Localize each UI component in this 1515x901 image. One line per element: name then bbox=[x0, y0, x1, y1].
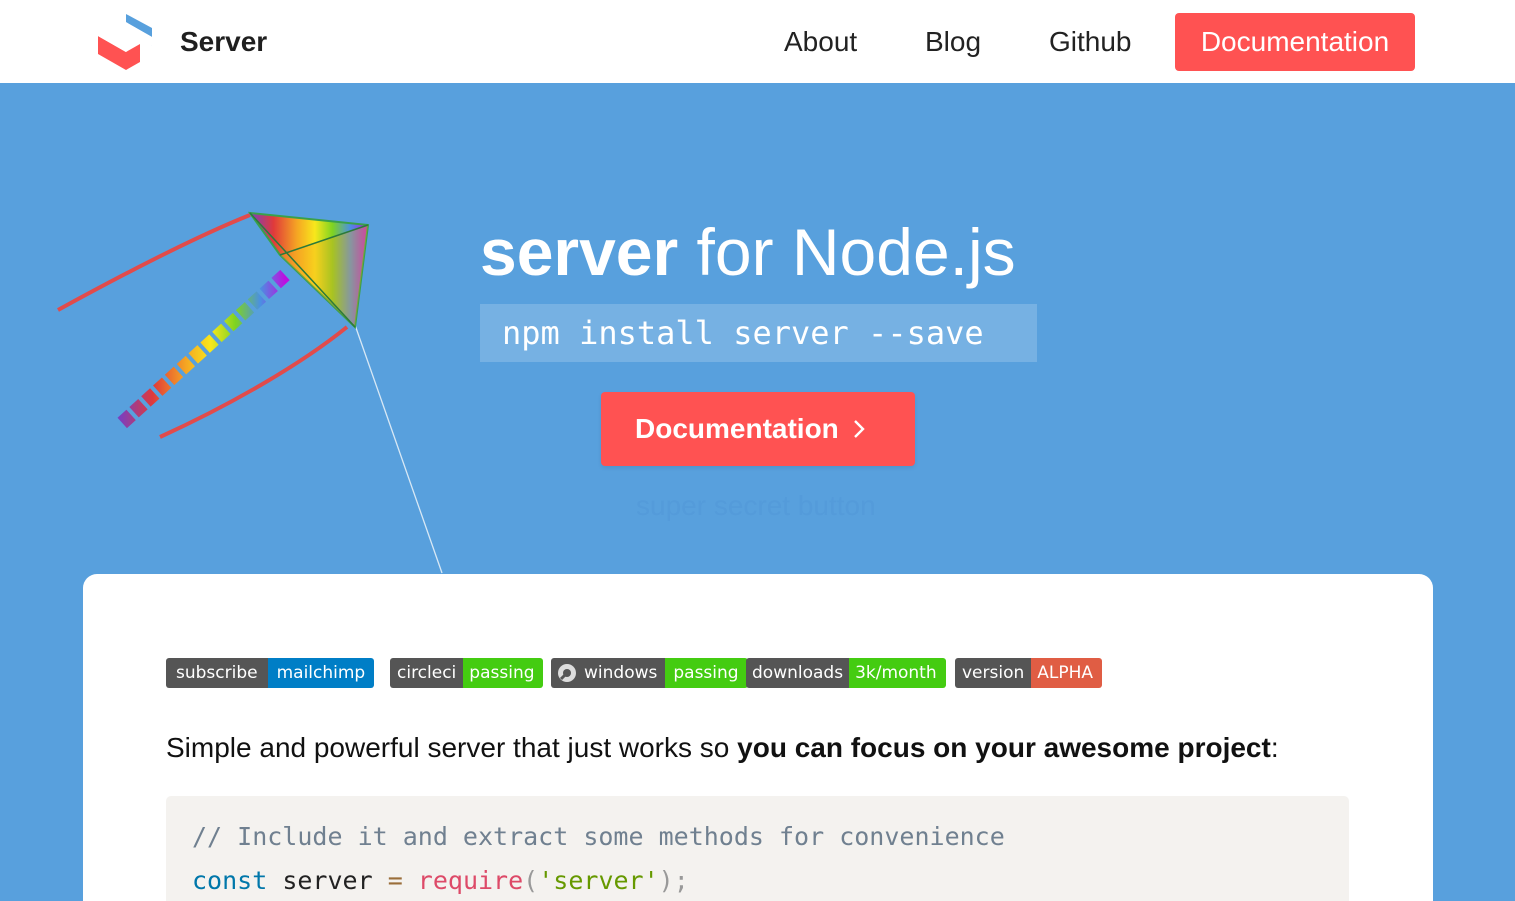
badge-label: version bbox=[955, 658, 1032, 688]
nav-link-blog[interactable]: Blog bbox=[925, 26, 981, 58]
badge-circleci[interactable]: circleci passing bbox=[390, 658, 543, 688]
code-string: 'server' bbox=[538, 866, 659, 895]
code-identifier: server bbox=[267, 866, 388, 895]
badge-value: passing bbox=[463, 658, 543, 688]
badge-version[interactable]: version ALPHA bbox=[955, 658, 1103, 688]
code-function: require bbox=[402, 866, 524, 895]
intro-text: Simple and powerful server that just wor… bbox=[166, 732, 1279, 764]
hero-documentation-button[interactable]: Documentation bbox=[601, 392, 915, 466]
install-command[interactable]: npm install server --save bbox=[480, 304, 1037, 362]
appveyor-icon bbox=[558, 664, 576, 682]
code-comment: // Include it and extract some methods f… bbox=[192, 822, 1005, 851]
code-keyword: const bbox=[192, 866, 268, 895]
kite-illustration bbox=[57, 211, 443, 574]
brand-name[interactable]: Server bbox=[180, 26, 267, 58]
badge-value: ALPHA bbox=[1031, 658, 1103, 688]
intro-suffix: : bbox=[1270, 732, 1279, 763]
code-paren-close: ); bbox=[658, 866, 689, 895]
intro-plain: Simple and powerful server that just wor… bbox=[166, 732, 738, 763]
super-secret-button[interactable]: super secret button bbox=[636, 490, 876, 522]
badge-label: subscribe bbox=[166, 658, 268, 688]
chevron-right-icon bbox=[854, 420, 865, 438]
code-operator: = bbox=[387, 866, 403, 895]
code-block[interactable]: // Include it and extract some methods f… bbox=[166, 796, 1349, 901]
hero-title-rest: for Node.js bbox=[678, 215, 1016, 289]
badge-label: windows bbox=[584, 663, 658, 683]
nav-documentation-button[interactable]: Documentation bbox=[1175, 13, 1415, 71]
badge-downloads[interactable]: downloads 3k/month bbox=[746, 658, 946, 688]
hero-title: server for Node.js bbox=[480, 214, 1016, 290]
badge-label: circleci bbox=[390, 658, 464, 688]
nav-link-about[interactable]: About bbox=[784, 26, 857, 58]
intro-bold: you can focus on your awesome project bbox=[737, 732, 1271, 763]
code-paren-open: ( bbox=[523, 866, 539, 895]
hero-documentation-label: Documentation bbox=[635, 413, 839, 444]
badge-windows[interactable]: windows passing bbox=[551, 658, 748, 688]
badge-mailchimp[interactable]: subscribe mailchimp bbox=[166, 658, 375, 688]
server-logo-icon[interactable] bbox=[96, 14, 154, 72]
hero-title-bold: server bbox=[480, 215, 679, 289]
top-navbar: Server About Blog Github Documentation bbox=[0, 0, 1515, 83]
badge-label: downloads bbox=[746, 658, 850, 688]
badge-value: mailchimp bbox=[267, 658, 375, 688]
badge-value: 3k/month bbox=[849, 658, 946, 688]
nav-link-github[interactable]: Github bbox=[1049, 26, 1132, 58]
badge-value: passing bbox=[665, 658, 748, 688]
